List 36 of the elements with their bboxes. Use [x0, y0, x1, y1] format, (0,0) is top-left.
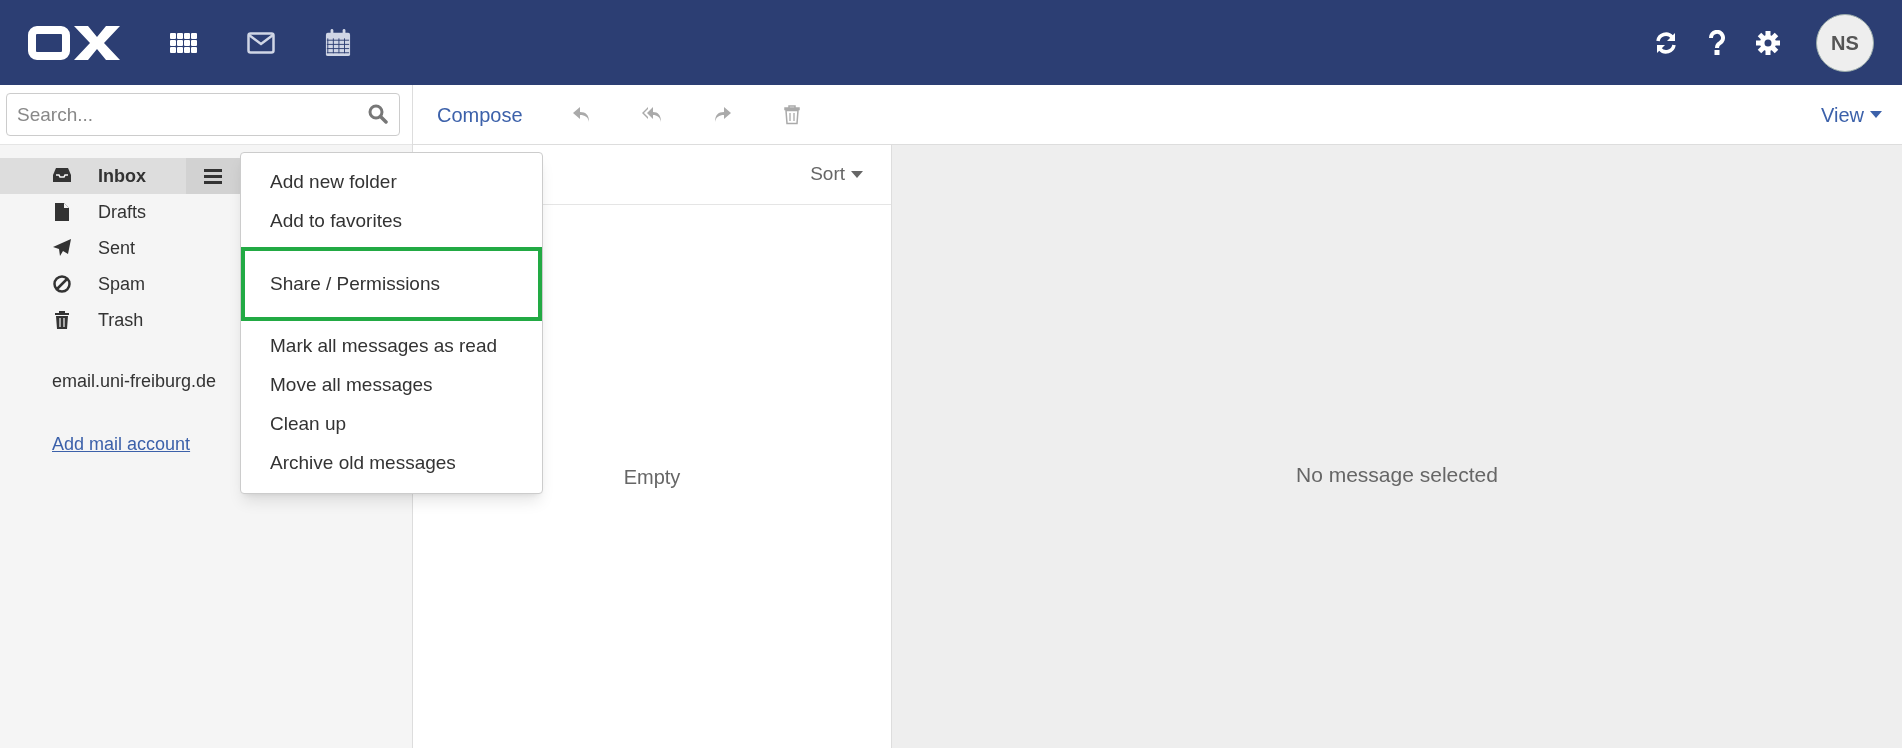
folder-item[interactable]: Inbox	[0, 158, 240, 194]
logo[interactable]	[28, 25, 120, 60]
add-account-link[interactable]: Add mail account	[52, 431, 191, 458]
folder-item[interactable]: Spam	[0, 266, 240, 302]
menu-item[interactable]: Add new folder	[241, 163, 542, 202]
trash-folder-icon	[52, 310, 72, 330]
caret-icon	[1870, 111, 1882, 118]
refresh-icon[interactable]	[1654, 30, 1678, 55]
spam-folder-icon	[52, 274, 72, 294]
settings-icon[interactable]	[1756, 30, 1780, 55]
app-grid-icon[interactable]	[170, 32, 197, 53]
sent-folder-icon	[52, 238, 72, 258]
search-field[interactable]: Search...	[6, 93, 400, 136]
folder-item[interactable]: Sent	[0, 230, 240, 266]
folder-menu-button[interactable]	[186, 158, 240, 194]
compose-button[interactable]: Compose	[437, 99, 523, 130]
menu-icon[interactable]	[204, 168, 222, 184]
view-button[interactable]: View	[1821, 99, 1882, 130]
calendar-icon[interactable]	[325, 27, 351, 58]
no-message-text: No message selected	[1296, 461, 1498, 488]
menu-item[interactable]: Mark all messages as read	[241, 327, 542, 366]
menu-item[interactable]: Share / Permissions	[245, 273, 538, 295]
help-icon[interactable]	[1708, 29, 1726, 56]
avatar[interactable]: NS	[1816, 13, 1874, 72]
menu-item[interactable]: Archive old messages	[241, 444, 542, 483]
menu-item[interactable]: Clean up	[241, 405, 542, 444]
caret-icon	[851, 171, 863, 178]
folder-item[interactable]: Drafts	[0, 194, 240, 230]
empty-list-message: Empty	[623, 464, 681, 490]
drafts-folder-icon	[52, 202, 72, 222]
search-icon[interactable]	[368, 104, 388, 124]
mail-icon[interactable]	[247, 31, 275, 54]
folder-item[interactable]: Trash	[0, 302, 240, 338]
menu-item[interactable]: Add to favorites	[241, 202, 542, 241]
menu-item[interactable]: Move all messages	[241, 366, 542, 405]
sort-button[interactable]: Sort	[810, 160, 863, 189]
